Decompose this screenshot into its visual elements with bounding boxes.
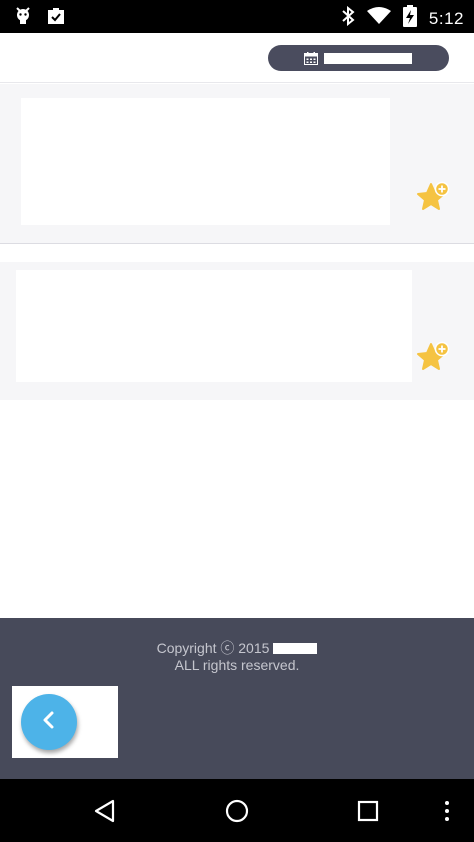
date-selector-button[interactable]	[268, 45, 449, 71]
redacted-date-text	[324, 52, 412, 64]
card-content-panel	[16, 270, 412, 382]
clipboard-check-icon	[46, 6, 66, 31]
copyright-text: Copyright ⓒ 2015 ALL rights reserved.	[0, 640, 474, 674]
star-plus-icon[interactable]	[416, 180, 450, 214]
home-circle-icon[interactable]	[222, 796, 252, 826]
wifi-icon	[366, 7, 391, 30]
back-button[interactable]	[21, 694, 77, 750]
footer: Copyright ⓒ 2015 ALL rights reserved.	[0, 618, 474, 779]
recents-square-icon[interactable]	[353, 796, 383, 826]
copyright-line-1: Copyright ⓒ 2015	[156, 640, 270, 656]
status-time: 5:12	[428, 8, 464, 28]
redacted-company-name	[273, 643, 318, 654]
back-triangle-icon[interactable]	[90, 796, 120, 826]
back-button-container	[12, 686, 118, 758]
overflow-menu-icon[interactable]	[432, 796, 462, 826]
battery-charging-icon	[402, 5, 417, 32]
copyright-line-2: ALL rights reserved.	[174, 657, 300, 673]
bluetooth-icon	[341, 5, 355, 31]
status-bar: 5:12	[0, 0, 474, 33]
chevron-left-icon	[39, 710, 59, 735]
content-card[interactable]	[0, 84, 474, 244]
card-content-panel	[21, 98, 390, 225]
content-card[interactable]	[0, 262, 474, 400]
star-plus-icon[interactable]	[416, 340, 450, 374]
system-nav-bar	[0, 779, 474, 842]
calendar-icon	[304, 51, 318, 65]
android-debug-icon	[14, 6, 32, 31]
app-header	[0, 33, 474, 83]
